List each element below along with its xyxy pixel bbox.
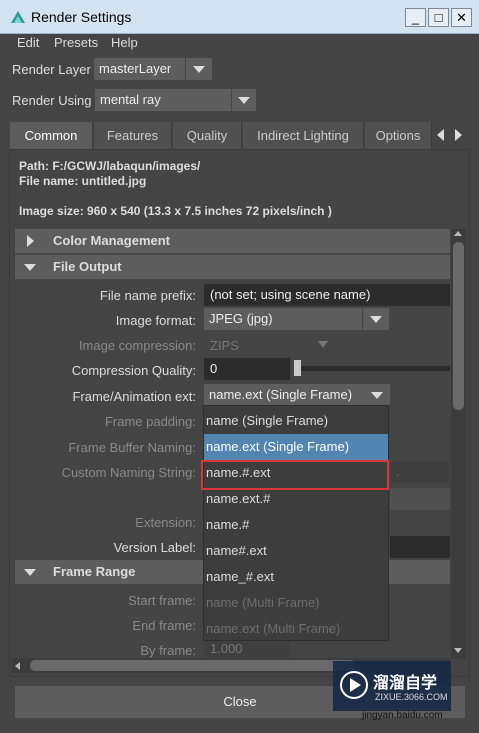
tab-scroll-left-button[interactable] (433, 122, 449, 149)
window-title: Render Settings (31, 9, 132, 25)
play-icon (340, 671, 368, 699)
render-layer-label: Render Layer (12, 62, 91, 77)
by-frame-label: By frame: (140, 643, 196, 658)
image-format-label: Image format: (115, 313, 196, 328)
close-window-button[interactable]: ✕ (451, 8, 472, 27)
arrow-left-icon (437, 129, 444, 141)
chevron-down-icon (370, 316, 382, 323)
tab-common[interactable]: Common (10, 122, 93, 149)
menu-presets[interactable]: Presets (54, 35, 98, 50)
dropdown-option-selected[interactable]: name.ext (Single Frame) (204, 434, 388, 460)
frame-animation-ext-dropdown-button[interactable] (364, 384, 390, 406)
start-frame-label: Start frame: (128, 593, 196, 608)
image-format-select[interactable]: JPEG (jpg) (204, 308, 362, 330)
collapse-arrow-icon (24, 569, 36, 576)
chevron-down-icon (193, 66, 205, 73)
compression-quality-label: Compression Quality: (71, 363, 196, 378)
arrow-right-icon (455, 129, 462, 141)
custom-naming-string-input[interactable]: .<Camera (390, 461, 450, 501)
dropdown-option[interactable]: name (Single Frame) (204, 408, 388, 434)
image-compression-label: Image compression: (78, 338, 196, 353)
image-format-dropdown-button[interactable] (363, 308, 389, 330)
maximize-button[interactable]: □ (428, 8, 449, 27)
highlight-box (201, 460, 389, 490)
render-using-dropdown-button[interactable] (232, 89, 256, 111)
section-color-management[interactable]: Color Management (15, 229, 450, 253)
expand-arrow-icon (27, 235, 34, 247)
tab-options[interactable]: Options (365, 122, 432, 149)
menu-edit[interactable]: Edit (17, 35, 39, 50)
file-name-prefix-input[interactable]: (not set; using scene name) (204, 284, 450, 306)
dropdown-option[interactable]: name#.ext (204, 538, 388, 564)
section-file-output[interactable]: File Output (15, 255, 450, 279)
path-info: Path: F:/GCWJ/labaqun/images/ (19, 159, 201, 173)
end-frame-label: End frame: (132, 618, 196, 633)
horizontal-scroll-thumb[interactable] (30, 660, 355, 671)
watermark-url: jingyan.baidu.com (362, 710, 443, 721)
frame-padding-label: Frame padding: (104, 414, 196, 429)
frame-ext-dropdown-list: name (Single Frame) name.ext (Single Fra… (203, 405, 389, 641)
chevron-down-icon (238, 97, 250, 104)
scroll-up-icon[interactable] (454, 231, 462, 236)
image-size-info: Image size: 960 x 540 (13.3 x 7.5 inches… (19, 204, 332, 218)
version-label-label: Version Label: (113, 540, 196, 555)
render-layer-dropdown-button[interactable] (186, 58, 212, 80)
dropdown-option-disabled: name (Multi Frame) (206, 595, 320, 610)
menu-help[interactable]: Help (111, 35, 138, 50)
version-label-input[interactable] (390, 536, 450, 558)
dropdown-option-disabled: name.ext (Multi Frame) (206, 621, 341, 636)
section-title: Frame Range (53, 564, 136, 579)
maya-icon (11, 11, 25, 23)
scroll-left-icon[interactable] (15, 662, 20, 670)
watermark-title: 溜溜自学 (373, 675, 438, 692)
extension-label: Extension: (135, 515, 196, 530)
compression-quality-slider-track[interactable] (297, 366, 450, 371)
collapse-arrow-icon (24, 264, 36, 271)
tab-indirect-lighting[interactable]: Indirect Lighting (243, 122, 364, 149)
chevron-down-icon (371, 392, 383, 399)
section-title: File Output (53, 259, 122, 274)
dropdown-option[interactable]: name_#.ext (204, 564, 388, 590)
compression-quality-input[interactable]: 0 (204, 358, 290, 380)
section-title: Color Management (53, 233, 171, 248)
compression-quality-slider-handle[interactable] (294, 360, 301, 376)
file-name-info: File name: untitled.jpg (19, 174, 147, 188)
tab-quality[interactable]: Quality (173, 122, 242, 149)
frame-animation-ext-label: Frame/Animation ext: (72, 389, 196, 404)
minimize-button[interactable]: _ (405, 8, 426, 27)
custom-naming-string-label: Custom Naming String: (61, 465, 196, 480)
vertical-scroll-thumb[interactable] (453, 242, 464, 410)
scroll-down-icon[interactable] (454, 648, 462, 653)
watermark-logo: 溜溜自学 ZIXUE.3066.COM (333, 661, 451, 711)
frame-buffer-naming-label: Frame Buffer Naming: (68, 440, 196, 455)
by-frame-input[interactable]: 1.000 (204, 639, 290, 659)
image-compression-select: ZIPS (210, 338, 239, 353)
frame-animation-ext-select[interactable]: name.ext (Single Frame) (204, 384, 364, 406)
file-name-prefix-label: File name prefix: (99, 288, 196, 303)
watermark-sub: ZIXUE.3066.COM (375, 692, 448, 702)
dropdown-option[interactable]: name.# (204, 512, 388, 538)
render-layer-select[interactable]: masterLayer (94, 58, 185, 80)
render-using-select[interactable]: mental ray (95, 89, 231, 111)
chevron-down-icon (318, 341, 328, 348)
render-using-label: Render Using (12, 93, 92, 108)
frame-buffer-row-bg (390, 488, 450, 510)
tab-scroll-right-button[interactable] (450, 122, 466, 149)
tab-features[interactable]: Features (94, 122, 172, 149)
